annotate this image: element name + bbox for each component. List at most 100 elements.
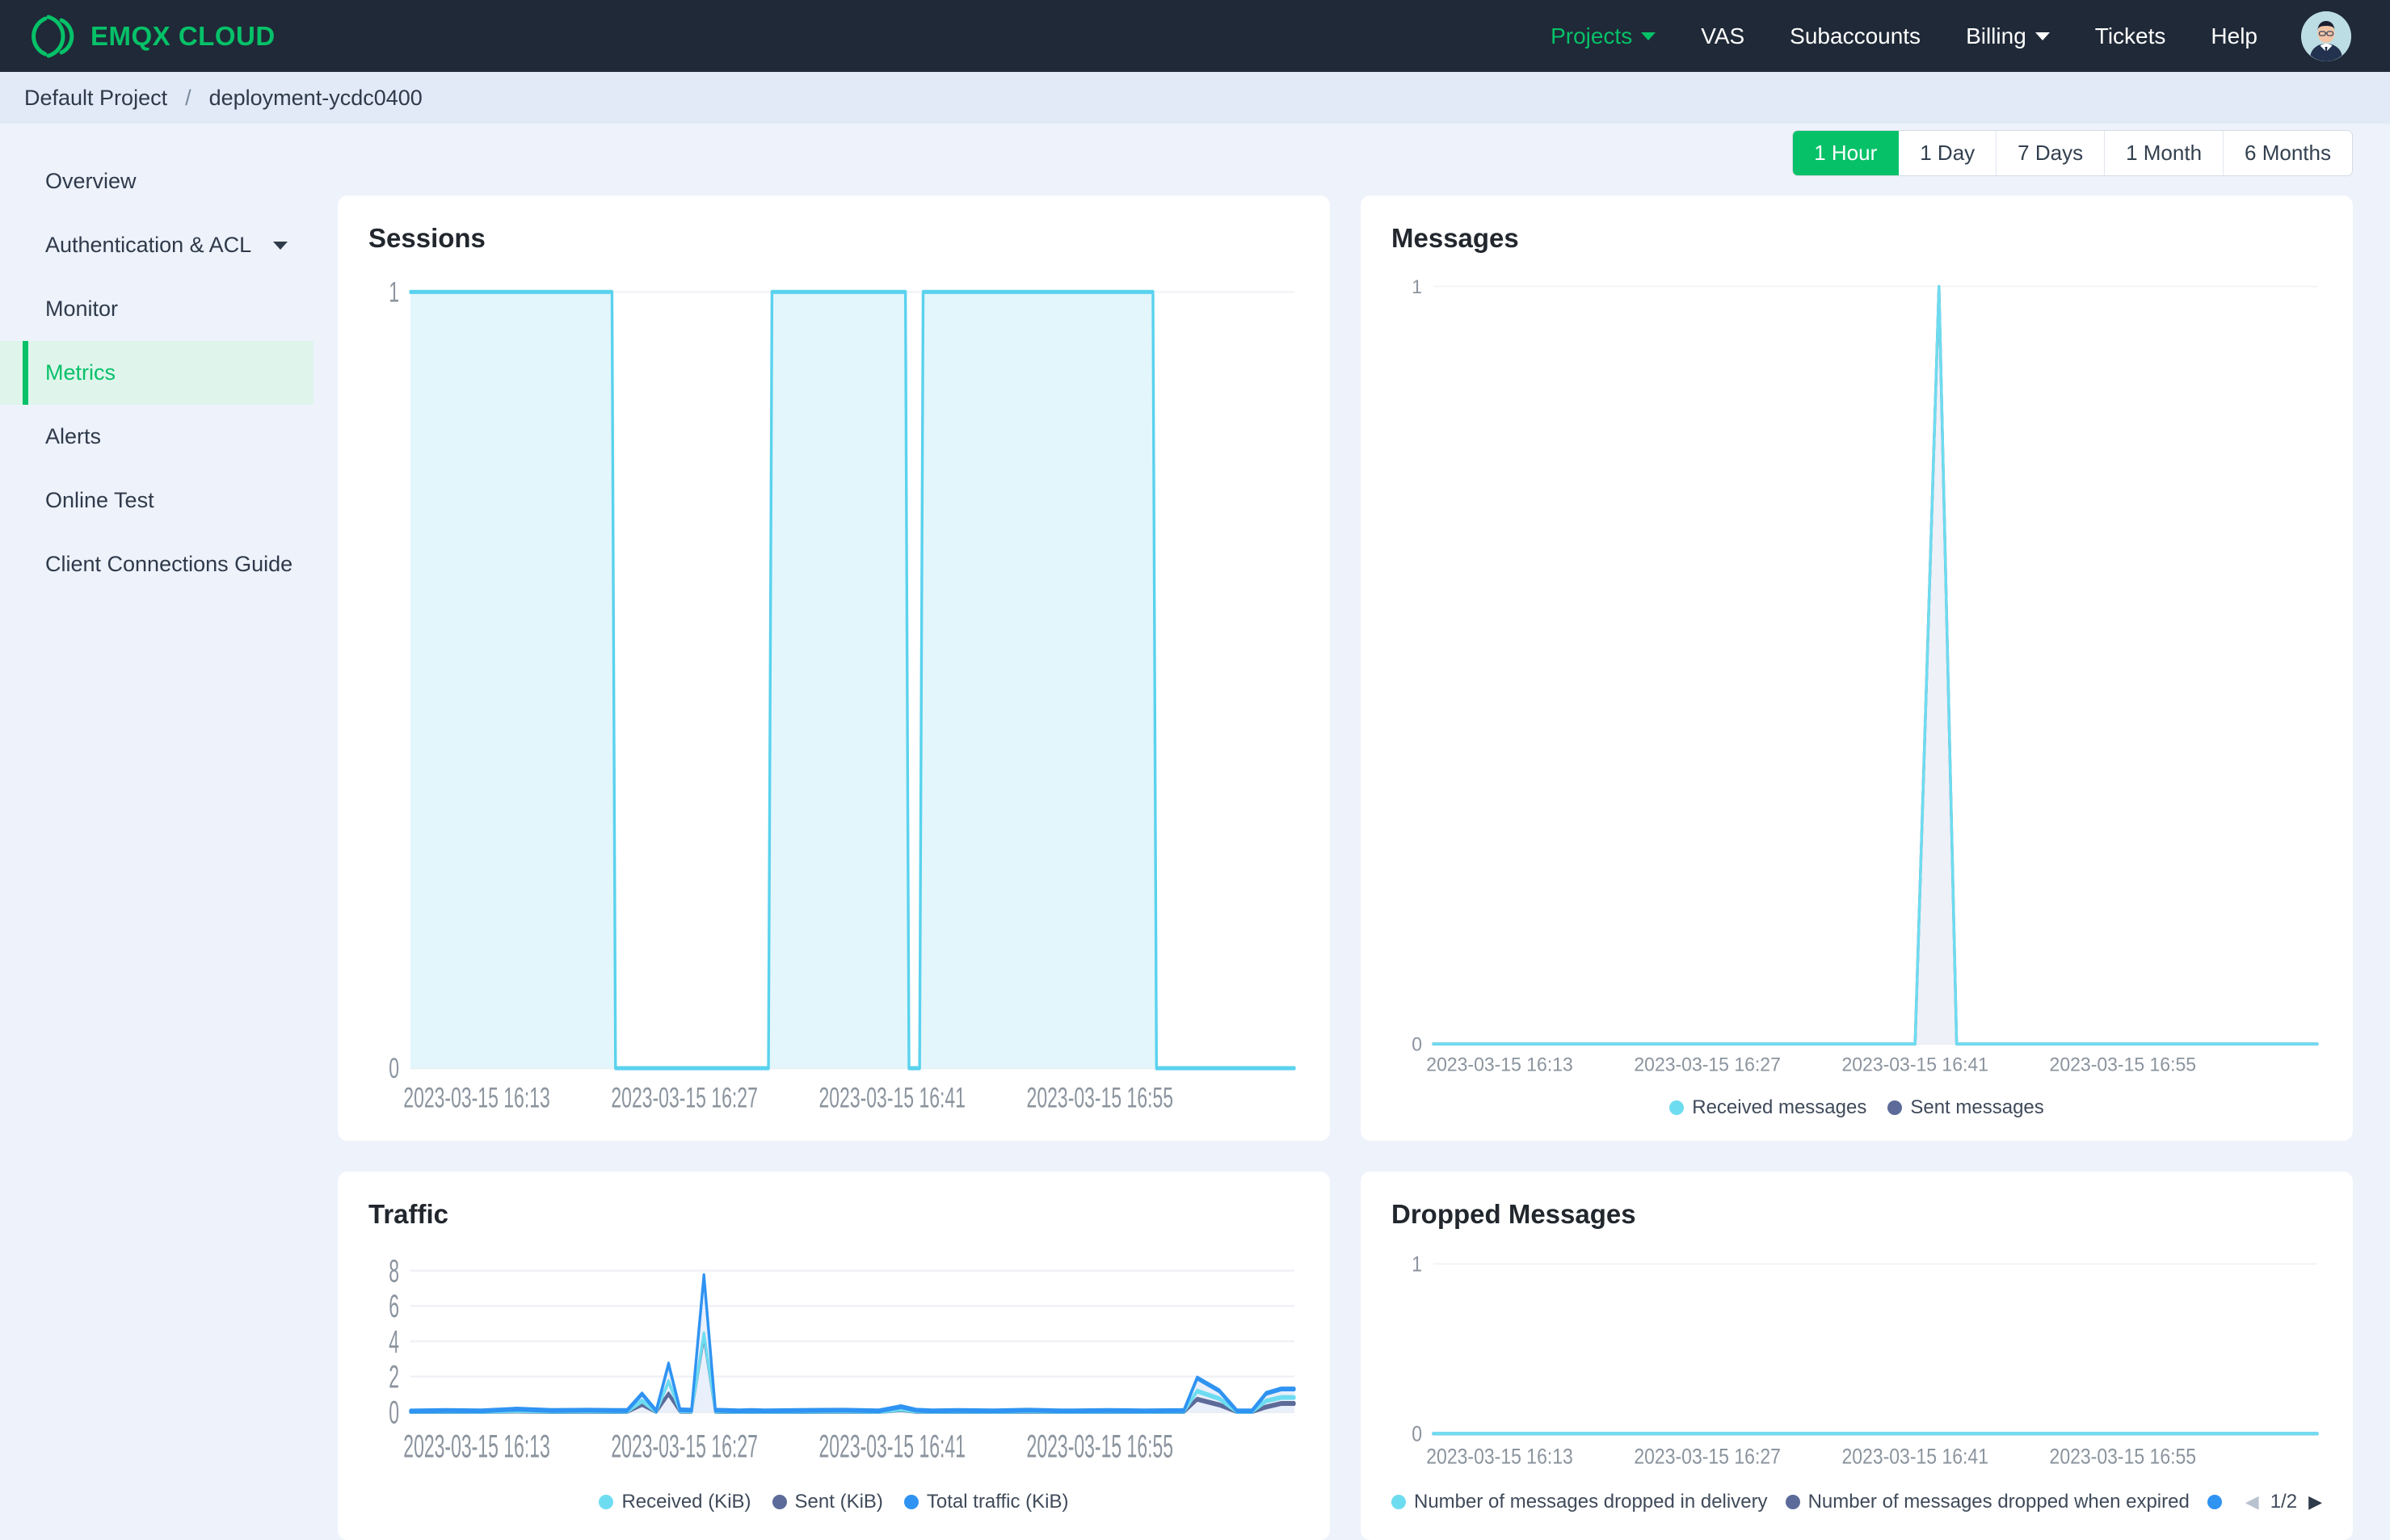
breadcrumb-separator: / — [185, 86, 191, 111]
svg-text:2023-03-15 16:55: 2023-03-15 16:55 — [2050, 1054, 2196, 1075]
time-range-selector: 1 Hour 1 Day 7 Days 1 Month 6 Months — [1792, 130, 2353, 176]
sidebar-item-monitor[interactable]: Monitor — [0, 277, 313, 341]
page-body: Overview Authentication & ACL Monitor Me… — [0, 124, 2390, 1540]
legend-dot-total-traffic-kib — [904, 1495, 919, 1509]
sidebar-label-authentication-acl: Authentication & ACL — [45, 233, 251, 258]
sidebar-item-alerts[interactable]: Alerts — [0, 405, 313, 469]
nav-item-help[interactable]: Help — [2188, 23, 2280, 49]
nav-item-tickets[interactable]: Tickets — [2072, 23, 2189, 49]
nav-item-subaccounts[interactable]: Subaccounts — [1767, 23, 1943, 49]
card-messages: Messages 0 1 2023-03-15 16:13 2023-03-15 16… — [1361, 196, 2353, 1141]
svg-text:1: 1 — [389, 277, 399, 309]
sidebar-item-online-test[interactable]: Online Test — [0, 469, 313, 532]
legend-dropped-messages: Number of messages dropped in delivery N… — [1391, 1485, 2322, 1519]
sidebar-item-client-connections-guide[interactable]: Client Connections Guide — [0, 532, 313, 596]
legend-dot-received-messages — [1669, 1100, 1684, 1115]
main-content: 1 Hour 1 Day 7 Days 1 Month 6 Months Ses… — [313, 124, 2390, 1540]
sidebar-label-monitor: Monitor — [45, 297, 118, 322]
legend-prev-page-icon[interactable]: ◀ — [2245, 1493, 2259, 1511]
chevron-down-icon — [273, 242, 288, 250]
legend-item-dropped-truncated[interactable]: Number of m — [2207, 1491, 2228, 1513]
svg-text:2023-03-15 16:13: 2023-03-15 16:13 — [1426, 1445, 1573, 1469]
legend-messages: Received messages Sent messages — [1391, 1091, 2322, 1125]
chevron-down-icon — [2035, 32, 2050, 40]
brand-logo-group[interactable]: EMQX CLOUD — [29, 14, 276, 59]
svg-text:2023-03-15 16:41: 2023-03-15 16:41 — [818, 1428, 966, 1464]
time-range-1-day[interactable]: 1 Day — [1899, 131, 1997, 175]
nav-item-vas[interactable]: VAS — [1678, 23, 1767, 49]
legend-label-dropped-when-expired: Number of messages dropped when expired — [1808, 1491, 2190, 1513]
sidebar: Overview Authentication & ACL Monitor Me… — [0, 124, 313, 1540]
legend-item-received-messages[interactable]: Received messages — [1669, 1096, 1866, 1119]
sidebar-label-overview: Overview — [45, 169, 137, 194]
time-range-row: 1 Hour 1 Day 7 Days 1 Month 6 Months — [338, 124, 2353, 196]
nav-item-billing[interactable]: Billing — [1943, 23, 2072, 49]
breadcrumb-deployment: deployment-ycdc0400 — [209, 86, 423, 111]
card-traffic: Traffic 024682023-03-15 16:132023-03-15 … — [338, 1172, 1330, 1540]
chart-dropped-messages[interactable]: 0 1 2023-03-15 16:13 2023-03-15 16:27 2023-0… — [1391, 1251, 2322, 1477]
legend-label-sent-kib: Sent (KiB) — [795, 1491, 883, 1513]
sidebar-item-metrics[interactable]: Metrics — [0, 341, 313, 405]
chart-sessions[interactable]: 0 1 2023-03-15 16:13 2023-03-15 16:27 2023-0… — [368, 275, 1299, 1125]
top-nav-items: Projects VAS Subaccounts Billing Tickets… — [1528, 11, 2351, 61]
breadcrumb-project[interactable]: Default Project — [24, 86, 167, 111]
sidebar-item-overview[interactable]: Overview — [0, 149, 313, 213]
legend-label-sent-messages: Sent messages — [1910, 1096, 2043, 1119]
nav-label-subaccounts: Subaccounts — [1790, 23, 1921, 49]
metrics-grid: Sessions 0 1 2023-03-15 16:13 2023-03-15 16… — [338, 196, 2353, 1540]
legend-label-received-kib: Received (KiB) — [621, 1491, 751, 1513]
legend-dot-dropped-when-expired — [1786, 1495, 1800, 1509]
sidebar-item-authentication-acl[interactable]: Authentication & ACL — [0, 213, 313, 277]
svg-text:1: 1 — [1412, 276, 1422, 297]
legend-dropped-items: Number of messages dropped in delivery N… — [1391, 1491, 2228, 1513]
legend-item-received-kib[interactable]: Received (KiB) — [599, 1491, 751, 1513]
svg-text:2023-03-15 16:55: 2023-03-15 16:55 — [1027, 1083, 1174, 1114]
svg-text:2023-03-15 16:41: 2023-03-15 16:41 — [1841, 1445, 1988, 1469]
legend-item-sent-messages[interactable]: Sent messages — [1887, 1096, 2043, 1119]
nav-label-billing: Billing — [1966, 23, 2026, 49]
svg-text:2023-03-15 16:41: 2023-03-15 16:41 — [818, 1083, 966, 1114]
legend-item-dropped-when-expired[interactable]: Number of messages dropped when expired — [1786, 1491, 2190, 1513]
time-range-7-days[interactable]: 7 Days — [1997, 131, 2105, 175]
svg-text:0: 0 — [1412, 1422, 1422, 1446]
card-title-dropped-messages: Dropped Messages — [1391, 1199, 2322, 1230]
nav-item-projects[interactable]: Projects — [1528, 23, 1678, 49]
chevron-down-icon — [1641, 32, 1656, 40]
svg-text:1: 1 — [1412, 1252, 1422, 1277]
nav-label-projects: Projects — [1551, 23, 1632, 49]
svg-text:2023-03-15 16:27: 2023-03-15 16:27 — [1634, 1054, 1780, 1075]
legend-item-total-traffic-kib[interactable]: Total traffic (KiB) — [904, 1491, 1069, 1513]
chart-messages[interactable]: 0 1 2023-03-15 16:13 2023-03-15 16:27 2023-0… — [1391, 275, 2322, 1083]
svg-text:2023-03-15 16:13: 2023-03-15 16:13 — [403, 1083, 550, 1114]
card-title-sessions: Sessions — [368, 223, 1299, 254]
svg-text:2023-03-15 16:55: 2023-03-15 16:55 — [1027, 1428, 1174, 1464]
legend-dot-dropped-truncated — [2207, 1495, 2222, 1509]
brand-name: EMQX CLOUD — [90, 21, 276, 52]
svg-text:2023-03-15 16:55: 2023-03-15 16:55 — [2050, 1445, 2197, 1469]
legend-page-indicator: 1/2 — [2270, 1491, 2297, 1513]
legend-item-dropped-in-delivery[interactable]: Number of messages dropped in delivery — [1391, 1491, 1768, 1513]
legend-item-sent-kib[interactable]: Sent (KiB) — [772, 1491, 883, 1513]
avatar[interactable] — [2301, 11, 2351, 61]
time-range-6-months[interactable]: 6 Months — [2224, 131, 2352, 175]
svg-text:0: 0 — [389, 1054, 399, 1085]
svg-text:2023-03-15 16:27: 2023-03-15 16:27 — [611, 1083, 758, 1114]
card-title-messages: Messages — [1391, 223, 2322, 254]
legend-traffic: Received (KiB) Sent (KiB) Total traffic … — [368, 1485, 1299, 1519]
svg-text:2023-03-15 16:13: 2023-03-15 16:13 — [1426, 1054, 1572, 1075]
chart-traffic[interactable]: 024682023-03-15 16:132023-03-15 16:27202… — [368, 1251, 1299, 1477]
svg-text:0: 0 — [1412, 1033, 1422, 1055]
nav-label-help: Help — [2211, 23, 2257, 49]
legend-dot-received-kib — [599, 1495, 613, 1509]
time-range-1-month[interactable]: 1 Month — [2105, 131, 2224, 175]
legend-pagination: ◀ 1/2 ▶ — [2245, 1491, 2322, 1513]
svg-text:0: 0 — [389, 1394, 399, 1430]
card-dropped-messages: Dropped Messages 0 1 2023-03-15 16:13 2023-… — [1361, 1172, 2353, 1540]
svg-text:2023-03-15 16:27: 2023-03-15 16:27 — [1634, 1445, 1781, 1469]
time-range-1-hour[interactable]: 1 Hour — [1793, 131, 1899, 175]
legend-next-page-icon[interactable]: ▶ — [2308, 1493, 2322, 1511]
legend-dot-dropped-in-delivery — [1391, 1495, 1406, 1509]
svg-text:4: 4 — [389, 1323, 399, 1359]
sidebar-label-metrics: Metrics — [45, 360, 116, 385]
legend-dot-sent-kib — [772, 1495, 787, 1509]
